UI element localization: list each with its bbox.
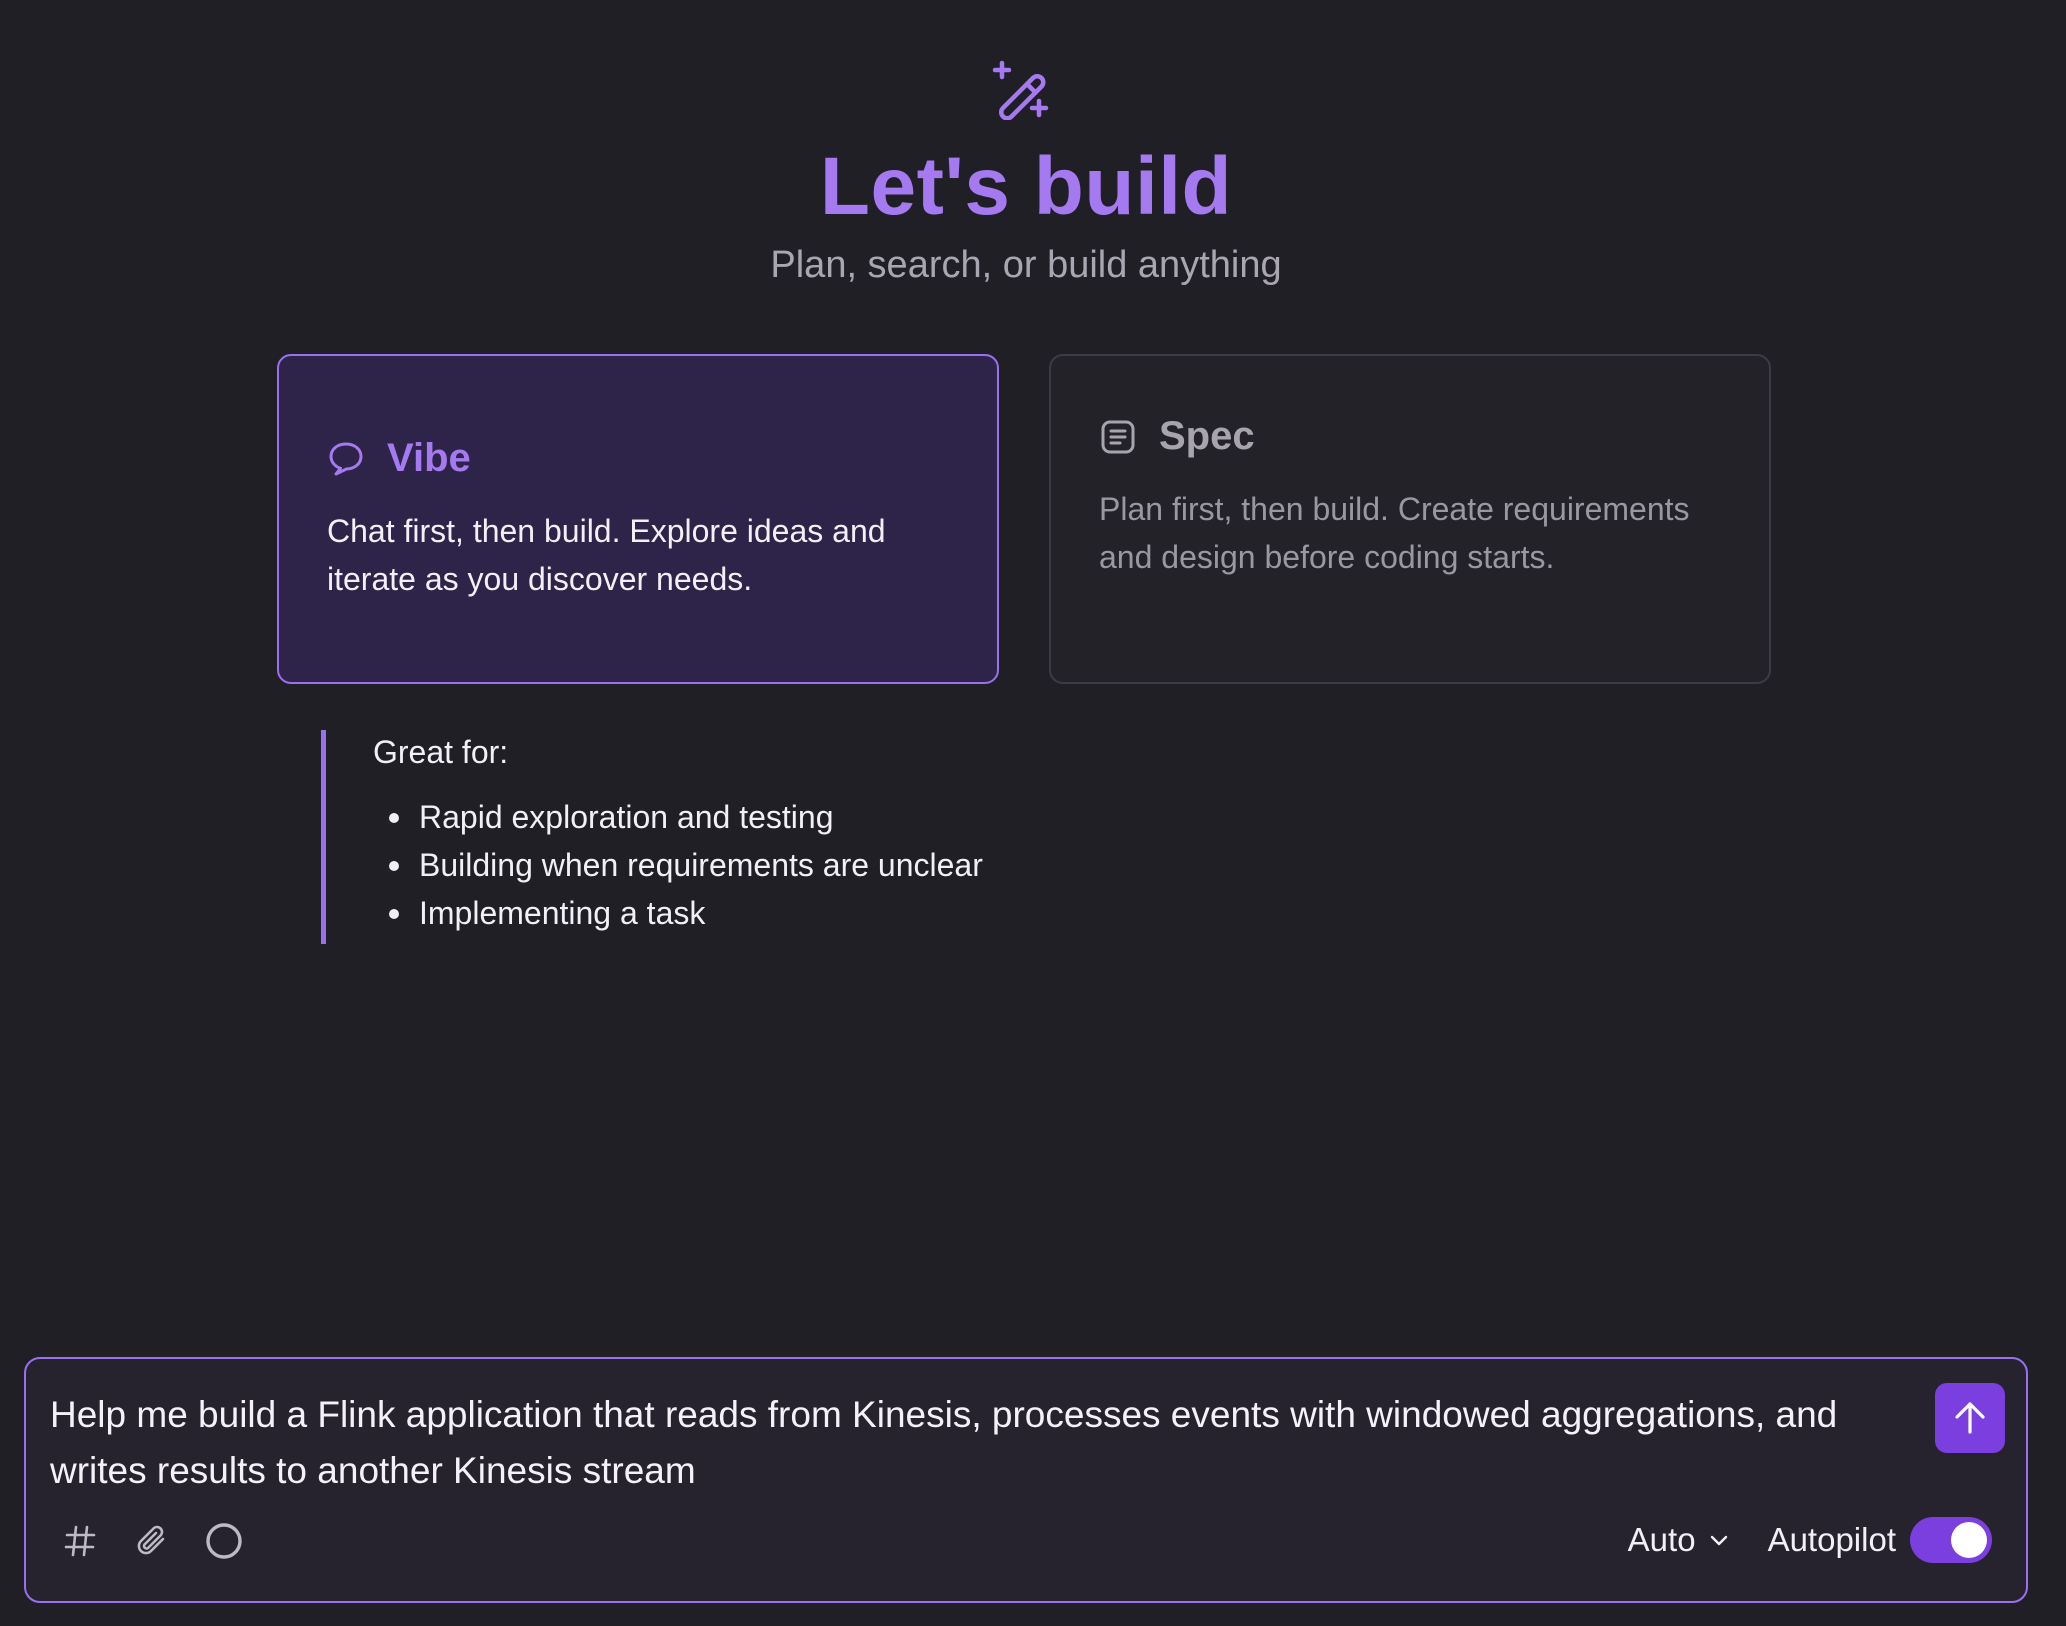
list-item-text: Implementing a task	[419, 895, 706, 931]
arrow-up-icon	[1955, 1402, 1985, 1434]
model-select-value: Auto	[1627, 1521, 1696, 1558]
composer-toolbar-left	[60, 1521, 276, 1561]
autopilot-label: Autopilot	[1767, 1521, 1896, 1558]
great-for-heading: Great for:	[373, 734, 509, 770]
context-button[interactable]	[60, 1521, 100, 1561]
list-item-text: Rapid exploration and testing	[419, 799, 834, 835]
page: Let's build Plan, search, or build anyth…	[0, 0, 2066, 1626]
hash-icon	[64, 1525, 96, 1557]
list-item: Rapid exploration and testing	[373, 793, 983, 841]
great-for-panel: Great for: Rapid exploration and testing…	[321, 730, 983, 944]
mode-card-spec[interactable]: Spec Plan first, then build. Create requ…	[1049, 354, 1771, 684]
magic-wand-icon	[992, 60, 1049, 120]
model-select[interactable]: Auto	[1628, 1521, 1730, 1559]
list-item: Implementing a task	[373, 889, 983, 937]
document-icon	[1101, 420, 1135, 453]
mode-card-description: Chat first, then build. Explore ideas an…	[327, 513, 886, 597]
list-item: Building when requirements are unclear	[373, 841, 983, 889]
autopilot-toggle[interactable]	[1910, 1517, 1992, 1563]
bullet	[389, 909, 399, 919]
circle-icon	[206, 1523, 242, 1559]
mode-card-header: Spec	[1099, 414, 1721, 459]
send-button[interactable]	[1935, 1383, 2005, 1453]
chat-composer[interactable]: Help me build a Flink application that r…	[24, 1357, 2028, 1603]
list-item-text: Building when requirements are unclear	[419, 847, 983, 883]
page-subtitle: Plan, search, or build anything	[770, 244, 1282, 286]
bullet	[389, 861, 399, 871]
composer-toolbar-right: Auto Autopilot	[1628, 1517, 1992, 1563]
toggle-knob	[1951, 1522, 1987, 1558]
page-title: Let's build	[819, 141, 1233, 232]
attach-button[interactable]	[132, 1521, 172, 1561]
paperclip-icon	[137, 1525, 165, 1555]
mode-card-vibe[interactable]: Vibe Chat first, then build. Explore ide…	[277, 354, 999, 684]
record-button[interactable]	[204, 1521, 244, 1561]
bullet	[389, 813, 399, 823]
chat-input[interactable]: Help me build a Flink application that r…	[50, 1387, 1930, 1499]
mode-card-description: Plan first, then build. Create requireme…	[1099, 491, 1690, 575]
chat-bubble-icon	[329, 442, 363, 475]
mode-card-title: Spec	[1159, 414, 1255, 458]
mode-card-title: Vibe	[387, 436, 471, 480]
great-for-list: Rapid exploration and testing Building w…	[373, 793, 983, 937]
chevron-down-icon	[1710, 1535, 1727, 1546]
mode-card-header: Vibe	[327, 436, 949, 481]
